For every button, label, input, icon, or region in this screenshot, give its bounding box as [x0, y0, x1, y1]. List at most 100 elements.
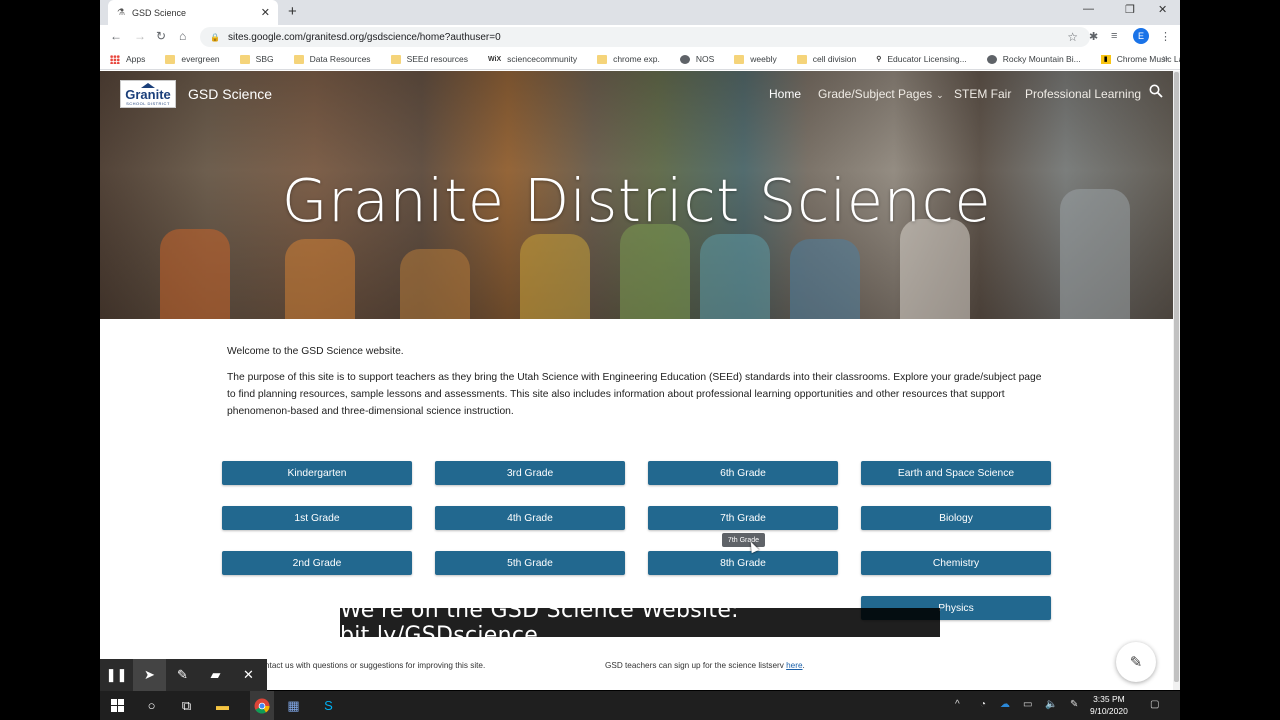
- pen-icon[interactable]: ✎: [166, 659, 199, 691]
- windows-taskbar: ○ ⧉ ▬ ▦ S ^ ◔ ☁ ▭ 🔈 ✎ 3:35 PM 9/10/2020 …: [100, 691, 1180, 720]
- tooltip: 7th Grade: [722, 533, 765, 547]
- browser-window: ⚗ GSD Science ✕ + — ❐ ✕ ← → ↻ ⌂ 🔒 sites.…: [100, 0, 1180, 690]
- lock-icon: 🔒: [210, 32, 220, 42]
- file-explorer-icon[interactable]: ▬: [214, 697, 231, 714]
- tab-title: GSD Science: [132, 7, 187, 18]
- skype-icon[interactable]: S: [320, 697, 337, 714]
- address-bar[interactable]: 🔒 sites.google.com/granitesd.org/gsdscie…: [200, 27, 1090, 47]
- link-icon: ⚲: [876, 56, 882, 63]
- media-control-icon[interactable]: ≡: [1111, 30, 1117, 42]
- nav-professional-learning[interactable]: Professional Learning: [1025, 87, 1141, 101]
- bookmark-chrome-music-lab[interactable]: ▮Chrome Music Lab: [1100, 54, 1180, 64]
- tab-strip: ⚗ GSD Science ✕ + — ❐ ✕: [100, 0, 1180, 25]
- bookmark-weebly[interactable]: weebly: [734, 54, 777, 64]
- recording-toolbar: ❚❚ ➤ ✎ ▰ ✕: [100, 659, 267, 691]
- bookmark-sciencecommunity[interactable]: WiX sciencecommunity: [488, 54, 577, 64]
- pause-icon[interactable]: ❚❚: [100, 659, 133, 691]
- biology-button[interactable]: Biology: [861, 506, 1051, 530]
- 2nd-grade-button[interactable]: 2nd Grade: [222, 551, 412, 575]
- battery-icon[interactable]: ▭: [1023, 699, 1032, 710]
- profile-avatar[interactable]: E: [1133, 28, 1149, 44]
- bookmark-apps[interactable]: Apps: [110, 54, 145, 64]
- 4th-grade-button[interactable]: 4th Grade: [435, 506, 625, 530]
- bookmark-data-resources[interactable]: Data Resources: [293, 54, 371, 64]
- video-caption: We're on the GSD Science Website: bit.ly…: [340, 598, 940, 648]
- nav-home[interactable]: Home: [769, 87, 801, 101]
- site-name[interactable]: GSD Science: [188, 86, 272, 102]
- folder-icon: [796, 54, 807, 64]
- scrollbar-thumb[interactable]: [1174, 72, 1179, 682]
- eraser-icon[interactable]: ▰: [199, 659, 232, 691]
- task-view-icon[interactable]: ⧉: [178, 697, 195, 714]
- edit-pencil-button[interactable]: ✎: [1116, 642, 1156, 682]
- search-circle-icon[interactable]: ○: [143, 697, 160, 714]
- chevron-down-icon: ⌄: [936, 90, 944, 100]
- back-icon[interactable]: ←: [110, 29, 122, 43]
- bookmark-sbg[interactable]: SBG: [239, 54, 274, 64]
- bookmark-chrome-exp[interactable]: chrome exp.: [597, 54, 660, 64]
- windows-start-icon[interactable]: [109, 697, 126, 714]
- granite-logo[interactable]: Granite SCHOOL DISTRICT: [120, 80, 176, 108]
- bookmark-nos[interactable]: NOS: [679, 54, 714, 64]
- kindergarten-button[interactable]: Kindergarten: [222, 461, 412, 485]
- volume-icon[interactable]: 🔈: [1045, 699, 1057, 710]
- apps-icon: [110, 54, 120, 64]
- pen-workspace-icon[interactable]: ✎: [1070, 699, 1078, 710]
- search-icon[interactable]: [1149, 84, 1163, 98]
- notifications-icon[interactable]: ▢: [1150, 699, 1159, 710]
- nav-stem-fair[interactable]: STEM Fair: [954, 87, 1011, 101]
- nav-grade-subject-pages[interactable]: Grade/Subject Pages ⌄: [818, 87, 944, 101]
- close-window-icon[interactable]: ✕: [1158, 3, 1167, 16]
- show-hidden-icons-icon[interactable]: ^: [955, 699, 960, 710]
- new-tab-icon[interactable]: +: [288, 3, 297, 20]
- folder-icon: [239, 54, 250, 64]
- 1st-grade-button[interactable]: 1st Grade: [222, 506, 412, 530]
- close-tab-icon[interactable]: ✕: [261, 6, 270, 19]
- bookmark-seed-resources[interactable]: SEEd resources: [390, 54, 468, 64]
- folder-icon: [293, 54, 304, 64]
- bookmark-cell-division[interactable]: cell division: [796, 54, 856, 64]
- close-icon[interactable]: ✕: [232, 659, 265, 691]
- hero-banner: Granite District Science Granite SCHOOL …: [100, 71, 1173, 319]
- chrome-icon[interactable]: [250, 691, 274, 720]
- chemistry-button[interactable]: Chemistry: [861, 551, 1051, 575]
- bookmark-evergreen[interactable]: evergreen: [165, 54, 220, 64]
- bookmark-star-icon[interactable]: ☆: [1067, 30, 1078, 44]
- music-lab-icon: ▮: [1100, 54, 1111, 64]
- wix-icon: WiX: [487, 55, 502, 63]
- url-text: sites.google.com/granitesd.org/gsdscienc…: [227, 31, 501, 43]
- more-bookmarks-icon[interactable]: »: [1162, 53, 1168, 64]
- bookmark-educator-licensing[interactable]: ⚲ Educator Licensing...: [876, 54, 967, 64]
- globe-icon: [986, 54, 997, 64]
- extensions-icon[interactable]: ✱: [1089, 30, 1098, 43]
- restore-icon[interactable]: ❐: [1125, 3, 1135, 16]
- folder-icon: [165, 54, 176, 64]
- intro-text: Welcome to the GSD Science website. The …: [227, 343, 1047, 429]
- globe-icon: [679, 54, 690, 64]
- 5th-grade-button[interactable]: 5th Grade: [435, 551, 625, 575]
- 8th-grade-button[interactable]: 8th Grade: [648, 551, 838, 575]
- calculator-icon[interactable]: ▦: [285, 697, 302, 714]
- listserv-link[interactable]: here: [786, 661, 802, 670]
- browser-tab[interactable]: ⚗ GSD Science ✕: [108, 0, 278, 25]
- footer-listserv-text: GSD teachers can sign up for the science…: [605, 661, 805, 670]
- minimize-icon[interactable]: —: [1083, 3, 1094, 15]
- forward-icon[interactable]: →: [134, 29, 146, 43]
- 6th-grade-button[interactable]: 6th Grade: [648, 461, 838, 485]
- welcome-text: Welcome to the GSD Science website.: [227, 346, 404, 357]
- menu-icon[interactable]: ⋮: [1160, 30, 1171, 43]
- reload-icon[interactable]: ↻: [156, 29, 166, 43]
- 7th-grade-button[interactable]: 7th Grade: [648, 506, 838, 530]
- bookmarks-bar: Apps evergreen SBG Data Resources SEEd r…: [100, 49, 1180, 70]
- earth-and-space-science-button[interactable]: Earth and Space Science: [861, 461, 1051, 485]
- network-icon[interactable]: ◔: [980, 699, 986, 710]
- home-icon[interactable]: ⌂: [179, 29, 186, 43]
- pointer-icon[interactable]: ➤: [133, 659, 166, 691]
- 3rd-grade-button[interactable]: 3rd Grade: [435, 461, 625, 485]
- onedrive-icon[interactable]: ☁: [1000, 699, 1010, 710]
- site-favicon-icon: ⚗: [116, 7, 126, 17]
- folder-icon: [734, 54, 745, 64]
- footer-contact-text: ntact us with questions or suggestions f…: [265, 661, 486, 670]
- system-clock[interactable]: 3:35 PM 9/10/2020: [1090, 693, 1128, 717]
- bookmark-rocky-mountain[interactable]: Rocky Mountain Bi...: [986, 54, 1081, 64]
